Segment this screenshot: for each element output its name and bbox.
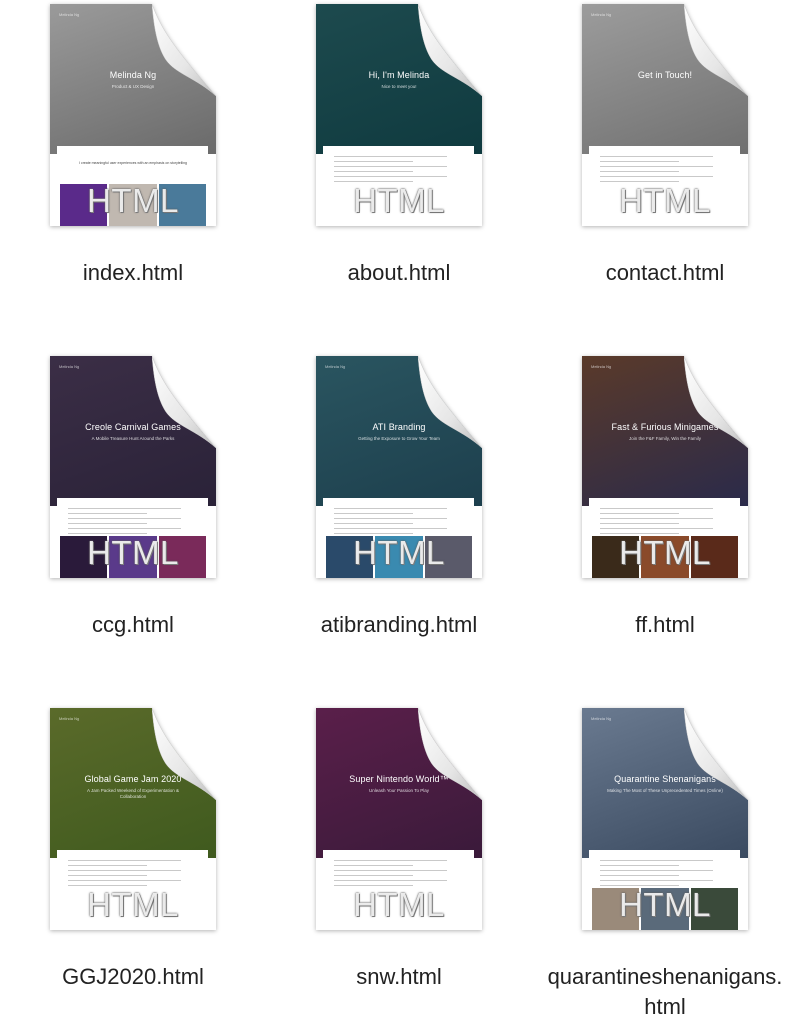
file-name[interactable]: GGJ2020.html: [0, 962, 266, 992]
page-curl-icon: [152, 4, 216, 96]
file-thumbnail[interactable]: Melinda Ng Melinda Ng Product & UX Design I…: [50, 4, 216, 226]
text-line: [334, 523, 413, 524]
file-thumbnail[interactable]: Melinda Ng Global Game Jam 2020 A Jam Pack…: [50, 708, 216, 930]
text-line: [334, 860, 447, 861]
html-type-badge: HTML: [87, 886, 179, 923]
text-line: [68, 508, 181, 509]
text-line: [334, 176, 447, 177]
preview-brand: Melinda Ng: [59, 716, 80, 721]
preview-brand: Melinda Ng: [59, 364, 80, 369]
text-line: [600, 166, 713, 167]
page-curl-icon: [152, 356, 216, 448]
text-line: [334, 171, 413, 172]
text-line: [600, 176, 713, 177]
text-line: [68, 518, 181, 519]
text-line: [334, 508, 447, 509]
text-line: [334, 875, 413, 876]
preview-card-text: I create meaningful user experiences wit…: [79, 161, 187, 165]
text-line: [68, 528, 181, 529]
text-line: [600, 156, 713, 157]
file-thumbnail[interactable]: Melinda Ng ATI Branding Getting the Exposu…: [316, 356, 482, 578]
page-curl-icon: [418, 4, 482, 96]
file-thumbnail[interactable]: Melinda Ng Fast & Furious Minigames Join t…: [582, 356, 748, 578]
text-line: [600, 875, 679, 876]
text-line: [68, 865, 147, 866]
page-curl-icon: [684, 4, 748, 96]
file-thumbnail[interactable]: Melinda Ng Get in Touch! HTML: [582, 4, 748, 226]
text-line: [68, 513, 147, 514]
file-name[interactable]: quarantineshenanigans. html: [532, 962, 798, 1022]
text-line: [600, 171, 679, 172]
file-thumbnail[interactable]: Hi, I'm Melinda Nice to meet you! HTML: [316, 4, 482, 226]
page-curl-icon: [684, 356, 748, 448]
file-name[interactable]: ccg.html: [0, 610, 266, 640]
file-name[interactable]: index.html: [0, 258, 266, 288]
html-type-badge: HTML: [619, 886, 711, 923]
preview-brand: Melinda Ng: [591, 364, 612, 369]
preview-brand: Melinda Ng: [325, 364, 346, 369]
text-line: [600, 860, 713, 861]
html-type-badge: HTML: [619, 534, 711, 571]
page-curl-icon: [152, 708, 216, 800]
text-line: [68, 870, 181, 871]
text-line: [600, 518, 713, 519]
text-line: [68, 523, 147, 524]
page-curl-icon: [684, 708, 748, 800]
text-line: [600, 865, 679, 866]
text-line: [334, 156, 447, 157]
preview-brand: Melinda Ng: [591, 12, 612, 17]
text-line: [334, 166, 447, 167]
html-type-badge: HTML: [87, 534, 179, 571]
file-name[interactable]: snw.html: [266, 962, 532, 992]
page-curl-icon: [418, 708, 482, 800]
preview-brand: Melinda Ng: [59, 12, 80, 17]
file-name[interactable]: contact.html: [532, 258, 798, 288]
html-type-badge: HTML: [353, 886, 445, 923]
text-line: [600, 161, 679, 162]
file-name[interactable]: ff.html: [532, 610, 798, 640]
file-thumbnail[interactable]: Super Nintendo World™ Unleash Your Passio…: [316, 708, 482, 930]
text-line: [600, 523, 679, 524]
page-curl-icon: [418, 356, 482, 448]
text-line: [68, 860, 181, 861]
text-line: [68, 880, 181, 881]
text-line: [334, 880, 447, 881]
text-line: [600, 508, 713, 509]
text-line: [334, 865, 413, 866]
text-line: [334, 518, 447, 519]
preview-brand: Melinda Ng: [591, 716, 612, 721]
file-thumbnail[interactable]: Melinda Ng Creole Carnival Games A Mobile …: [50, 356, 216, 578]
text-line: [600, 513, 679, 514]
text-line: [600, 528, 713, 529]
file-name[interactable]: about.html: [266, 258, 532, 288]
text-line: [68, 875, 147, 876]
text-line: [334, 161, 413, 162]
html-type-badge: HTML: [353, 182, 445, 219]
text-line: [600, 870, 713, 871]
text-line: [334, 528, 447, 529]
html-type-badge: HTML: [87, 182, 179, 219]
file-thumbnail[interactable]: Melinda Ng Quarantine Shenanigans Making T…: [582, 708, 748, 930]
html-type-badge: HTML: [353, 534, 445, 571]
html-type-badge: HTML: [619, 182, 711, 219]
file-name[interactable]: atibranding.html: [266, 610, 532, 640]
text-line: [334, 870, 447, 871]
text-line: [334, 513, 413, 514]
text-line: [600, 880, 713, 881]
